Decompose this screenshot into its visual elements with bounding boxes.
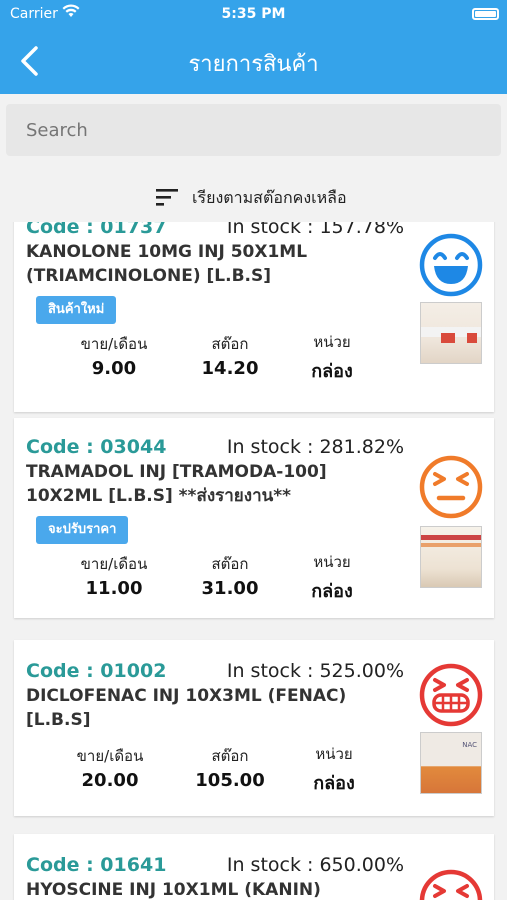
sales-column: ขาย/เดือน 9.00: [54, 332, 174, 379]
sales-label: ขาย/เดือน: [80, 335, 148, 353]
sort-control[interactable]: เรียงตามสต๊อกคงเหลือ: [0, 176, 507, 216]
search-box[interactable]: [6, 104, 501, 156]
unit-label: หน่วย: [313, 553, 351, 571]
search-input[interactable]: [6, 104, 466, 156]
angry-face-icon: [419, 663, 483, 727]
unit-column: หน่วย กล่อง: [272, 330, 392, 385]
product-code: Code : 03044: [26, 436, 167, 458]
sales-label: ขาย/เดือน: [76, 747, 144, 765]
product-card[interactable]: Code : 01737 In stock : 157.78% KANOLONE…: [14, 222, 494, 412]
product-image: [420, 526, 482, 588]
status-bar: Carrier 5:35 PM: [0, 0, 507, 28]
product-image: [420, 302, 482, 364]
product-card[interactable]: Code : 03044 In stock : 281.82% TRAMADOL…: [14, 418, 494, 618]
unit-value: กล่อง: [313, 773, 355, 794]
clock: 5:35 PM: [221, 6, 286, 22]
sort-icon: [156, 189, 178, 206]
product-code: Code : 01641: [26, 854, 167, 876]
nav-bar: รายการสินค้า: [0, 28, 507, 94]
stock-value: 105.00: [195, 770, 265, 791]
sort-label: เรียงตามสต๊อกคงเหลือ: [192, 188, 347, 207]
product-name: HYOSCINE INJ 10X1ML (KANIN): [26, 880, 321, 900]
unit-column: หน่วย กล่อง: [274, 742, 394, 797]
stock-percent: In stock : 281.82%: [226, 436, 404, 458]
annoyed-face-icon: [419, 455, 483, 519]
sales-column: ขาย/เดือน 11.00: [54, 552, 174, 599]
unit-label: หน่วย: [313, 333, 351, 351]
sales-column: ขาย/เดือน 20.00: [50, 744, 170, 791]
product-name: DICLOFENAC INJ 10X3ML (FENAC) [L.B.S]: [26, 686, 347, 730]
product-list: Code : 01737 In stock : 157.78% KANOLONE…: [0, 222, 507, 900]
angry-face-icon: [419, 869, 483, 900]
stock-column: สต๊อก 105.00: [170, 744, 290, 791]
sales-value: 20.00: [81, 770, 139, 791]
stock-label: สต๊อก: [211, 747, 249, 765]
product-card[interactable]: Code : 01641 In stock : 650.00% HYOSCINE…: [14, 834, 494, 900]
happy-face-icon: [419, 233, 483, 297]
unit-label: หน่วย: [315, 745, 353, 763]
unit-value: กล่อง: [311, 361, 353, 382]
product-name: KANOLONE 10MG INJ 50X1ML (TRIAMCINOLONE)…: [26, 242, 308, 286]
product-name: TRAMADOL INJ [TRAMODA-100] 10X2ML [L.B.S…: [26, 462, 327, 506]
product-code: Code : 01737: [26, 222, 167, 238]
status-badge: จะปรับราคา: [36, 516, 129, 544]
page-title: รายการสินค้า: [188, 52, 319, 77]
stock-percent: In stock : 157.78%: [226, 222, 404, 238]
sales-label: ขาย/เดือน: [80, 555, 148, 573]
battery-icon: [472, 8, 499, 20]
stock-percent: In stock : 525.00%: [226, 660, 404, 682]
sales-value: 9.00: [91, 358, 137, 379]
unit-value: กล่อง: [311, 581, 353, 602]
sales-value: 11.00: [85, 578, 143, 599]
stock-percent: In stock : 650.00%: [226, 854, 404, 876]
status-badge: สินค้าใหม่: [36, 296, 117, 324]
product-image: NAC: [420, 732, 482, 794]
product-code: Code : 01002: [26, 660, 167, 682]
search-bar: [0, 94, 507, 166]
unit-column: หน่วย กล่อง: [272, 550, 392, 605]
product-card[interactable]: Code : 01002 In stock : 525.00% DICLOFEN…: [14, 640, 494, 816]
